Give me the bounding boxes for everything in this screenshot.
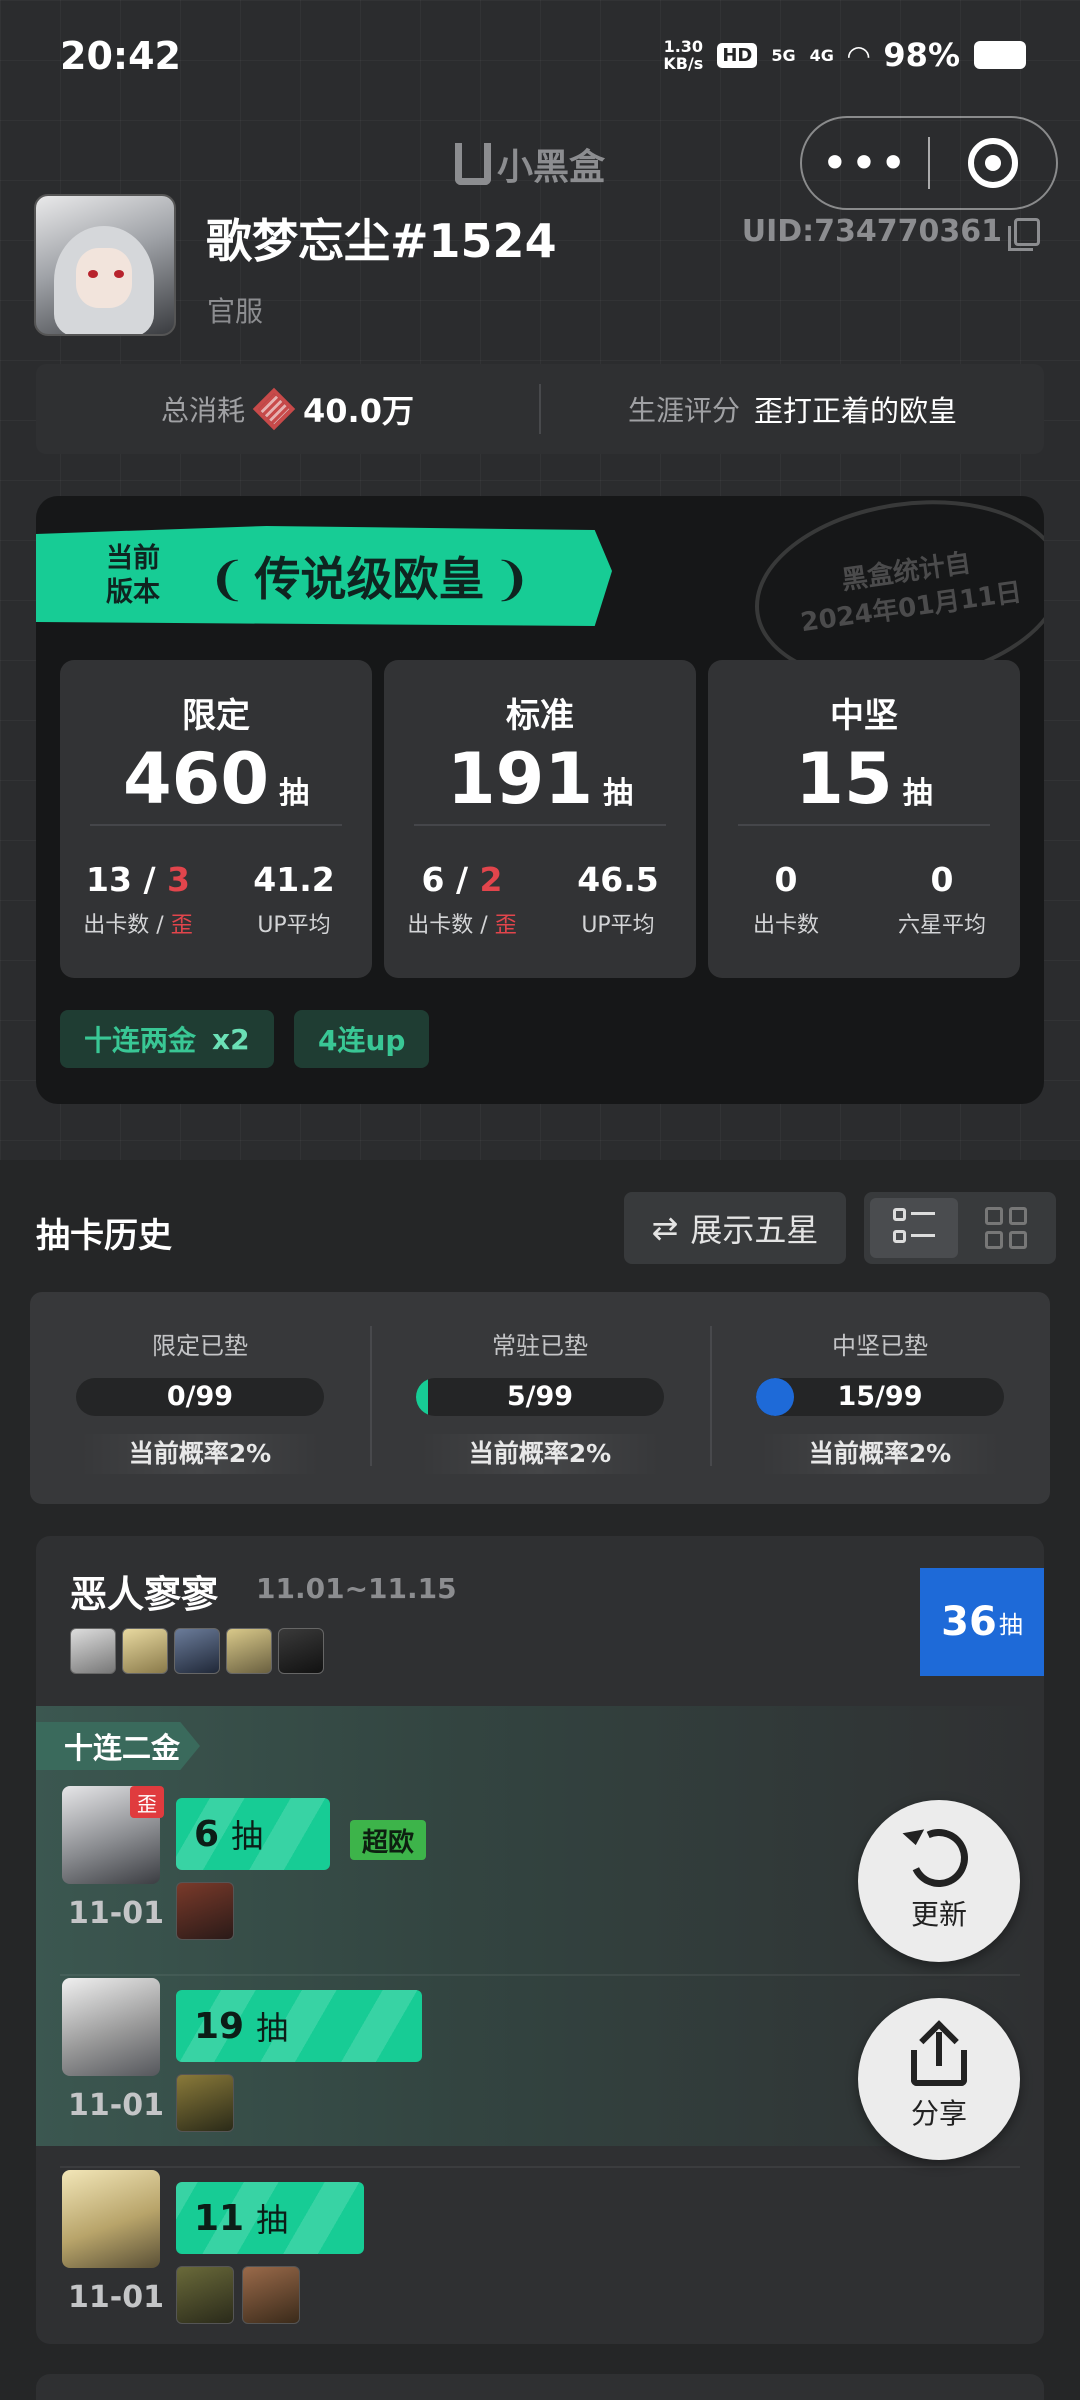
view-toggle bbox=[864, 1192, 1056, 1264]
hd-icon: HD bbox=[717, 42, 758, 68]
share-button[interactable]: 分享 bbox=[858, 1998, 1020, 2160]
achievement-tag: 十连两金 x2 bbox=[60, 1010, 274, 1068]
operator-thumb bbox=[176, 2266, 234, 2324]
status-time: 20:42 bbox=[60, 34, 181, 78]
swap-icon: ⇄ bbox=[651, 1209, 679, 1247]
list-view-button[interactable] bbox=[870, 1198, 958, 1258]
pool-name: 恶人寥寥 bbox=[70, 1573, 218, 1616]
operator-avatar bbox=[278, 1628, 324, 1674]
close-button[interactable] bbox=[930, 138, 1056, 188]
orundum-icon bbox=[252, 387, 296, 431]
uid-text: UID:734770361 bbox=[741, 214, 1002, 249]
achievement-tag: 4连up bbox=[294, 1010, 430, 1068]
app-logo: 小黑盒 bbox=[455, 138, 605, 190]
pull-count-bar: 19 抽 bbox=[176, 1990, 422, 2062]
refresh-icon bbox=[901, 1820, 977, 1896]
pity-bar: 5/99 bbox=[416, 1378, 664, 1416]
laurel-right-icon: ❩ bbox=[492, 552, 532, 606]
stat-standard: 标准 191 抽 6 / 2 出卡数 / 歪 46.5 UP平均 bbox=[384, 660, 696, 978]
pity-panel: 限定已垫 0/99 当前概率2% 常驻已垫 5/99 当前概率2% 中坚已垫 1… bbox=[30, 1292, 1050, 1504]
group-tag: 十连二金 bbox=[36, 1722, 200, 1770]
status-icons: 1.30 KB/s HD 5G 4G ◠ 98% bbox=[663, 36, 1026, 74]
operator-avatar bbox=[70, 1628, 116, 1674]
battery-icon bbox=[974, 41, 1026, 69]
rank-title: ❨ 传说级欧皇 ❩ bbox=[208, 552, 532, 606]
stat-limited: 限定 460 抽 13 / 3 出卡数 / 歪 41.2 UP平均 bbox=[60, 660, 372, 978]
net-speed: 1.30 KB/s bbox=[663, 37, 704, 73]
operator-thumb bbox=[242, 2266, 300, 2324]
rank-banner: 当前 版本 ❨ 传说级欧皇 ❩ bbox=[36, 526, 612, 626]
pity-standard: 常驻已垫 5/99 当前概率2% bbox=[370, 1292, 710, 1504]
refresh-button[interactable]: 更新 bbox=[858, 1800, 1020, 1962]
total-cost-value: 40.0万 bbox=[303, 392, 414, 430]
more-button[interactable]: ••• bbox=[802, 140, 928, 186]
pity-kernel: 中坚已垫 15/99 当前概率2% bbox=[710, 1292, 1050, 1504]
pull-count-bar: 6抽 bbox=[176, 1798, 330, 1870]
pity-bar: 15/99 bbox=[756, 1378, 1004, 1416]
heybox-logo-icon bbox=[455, 143, 491, 185]
operator-portrait bbox=[62, 2170, 160, 2268]
rating-value: 歪打正着的欧皇 bbox=[754, 394, 958, 428]
signal-4g-icon: 4G bbox=[809, 45, 834, 65]
summary-bar: 总消耗 40.0万 生涯评分 歪打正着的欧皇 bbox=[36, 364, 1044, 454]
pity-limited: 限定已垫 0/99 当前概率2% bbox=[30, 1292, 370, 1504]
username: 歌梦忘尘#1524 bbox=[206, 214, 557, 268]
pull-date: 11-01 bbox=[68, 2280, 164, 2315]
pity-bar: 0/99 bbox=[76, 1378, 324, 1416]
operator-thumb bbox=[176, 2074, 234, 2132]
battery-level: 98% bbox=[883, 36, 960, 74]
grid-icon bbox=[985, 1207, 1027, 1249]
show-five-star-button[interactable]: ⇄ 展示五星 bbox=[624, 1192, 846, 1264]
list-icon bbox=[893, 1208, 935, 1248]
pull-date: 11-01 bbox=[68, 1896, 164, 1931]
miniprogram-capsule: ••• bbox=[800, 116, 1058, 210]
pool-total-pulls: 36 抽 bbox=[920, 1568, 1044, 1676]
signal-5g-icon: 5G bbox=[771, 45, 796, 65]
wifi-icon: ◠ bbox=[847, 38, 870, 72]
grid-view-button[interactable] bbox=[962, 1198, 1050, 1258]
server-label: 官服 bbox=[207, 295, 264, 328]
stat-kernel: 中坚 15 抽 0 出卡数 0 六星平均 bbox=[708, 660, 1020, 978]
uid-copy[interactable]: UID:734770361 bbox=[741, 214, 1040, 251]
next-pool-card[interactable] bbox=[36, 2374, 1044, 2400]
avatar[interactable] bbox=[34, 194, 176, 336]
lucky-badge: 超欧 bbox=[350, 1820, 427, 1860]
operator-avatar bbox=[226, 1628, 272, 1674]
history-title: 抽卡历史 bbox=[36, 1216, 172, 1256]
total-cost-label: 总消耗 bbox=[161, 394, 246, 427]
pull-count-bar: 11 抽 bbox=[176, 2182, 364, 2254]
operator-thumb bbox=[176, 1882, 234, 1940]
rating-label: 生涯评分 bbox=[627, 394, 740, 427]
off-banner-badge: 歪 bbox=[130, 1786, 164, 1818]
copy-icon[interactable] bbox=[1008, 217, 1040, 251]
share-icon bbox=[909, 2020, 969, 2086]
pull-date: 11-01 bbox=[68, 2088, 164, 2123]
pull-record[interactable]: 11-01 11 抽 bbox=[36, 2170, 1044, 2344]
operator-portrait bbox=[62, 1978, 160, 2076]
operator-avatar bbox=[174, 1628, 220, 1674]
pool-dates: 11.01~11.15 bbox=[256, 1572, 457, 1605]
operator-avatar bbox=[122, 1628, 168, 1674]
target-icon bbox=[967, 138, 1018, 188]
laurel-left-icon: ❨ bbox=[208, 552, 247, 606]
banner-version-label: 当前 版本 bbox=[106, 543, 160, 608]
stats-card: 黑盒统计自 2024年01月11日 当前 版本 ❨ 传说级欧皇 ❩ 限定 460 抽 1… bbox=[36, 496, 1044, 1104]
